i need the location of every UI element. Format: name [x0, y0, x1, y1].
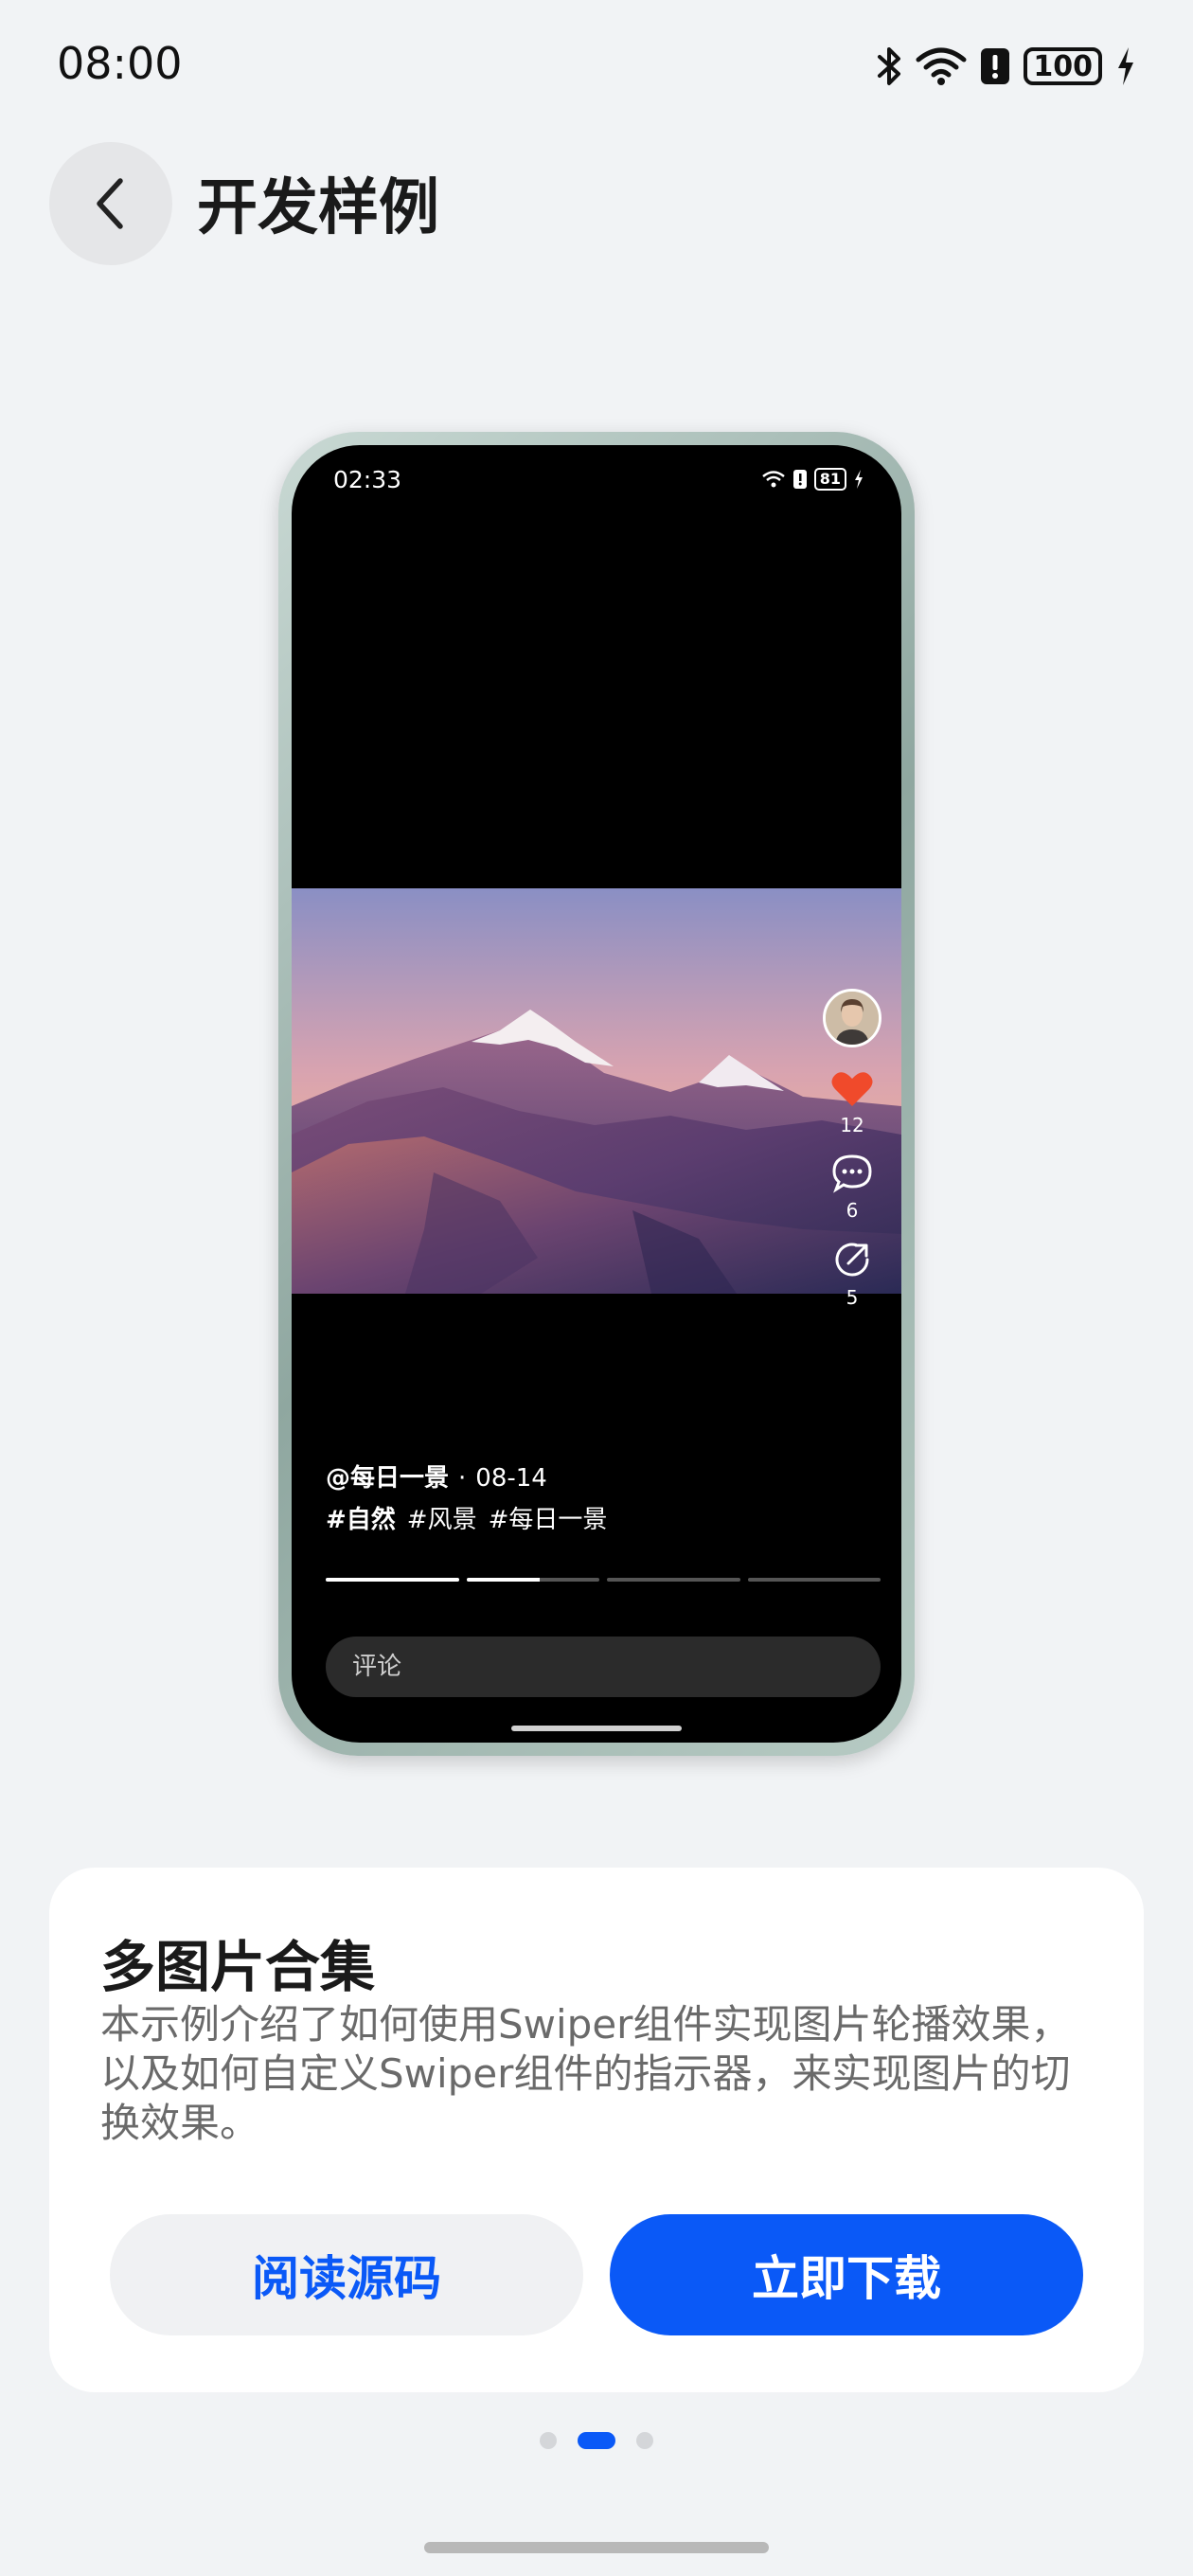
post-separator: · [458, 1464, 467, 1493]
status-icons: 100 [876, 42, 1136, 91]
sample-description: 本示例介绍了如何使用Swiper组件实现图片轮播效果，以及如何自定义Swiper… [100, 2001, 1071, 2146]
status-time: 08:00 [57, 38, 183, 89]
battery-icon: 100 [1024, 47, 1102, 85]
mountain-photo[interactable] [292, 888, 901, 1294]
mountain-landscape-image [292, 888, 901, 1294]
comment-count: 6 [846, 1199, 859, 1222]
heart-icon[interactable] [830, 1070, 874, 1108]
avatar[interactable] [823, 989, 881, 1047]
phone-screen: 02:33 81 12 6 5 @每日一景 · 08-14 #自然 #风景 #每… [292, 445, 901, 1743]
alert-icon [792, 470, 807, 489]
page-dot[interactable] [540, 2432, 557, 2449]
system-status-bar: 08:00 100 [0, 0, 1193, 133]
post-tags: #自然 #风景 #每日一景 [326, 1500, 607, 1535]
tag[interactable]: #自然 [326, 1500, 396, 1535]
page-title: 开发样例 [197, 173, 439, 243]
tag[interactable]: #每日一景 [489, 1500, 608, 1535]
preview-status-icons: 81 [761, 468, 864, 491]
progress-segment [466, 1578, 599, 1582]
page-dot[interactable] [636, 2432, 653, 2449]
swiper-progress-indicator [326, 1578, 881, 1582]
progress-segment [747, 1578, 881, 1582]
phone-preview: 02:33 81 12 6 5 @每日一景 · 08-14 #自然 #风景 #每… [278, 432, 915, 1756]
download-button[interactable]: 立即下载 [610, 2214, 1083, 2335]
home-indicator[interactable] [424, 2542, 769, 2553]
preview-home-indicator [511, 1726, 682, 1731]
chevron-left-icon [97, 178, 123, 229]
alert-icon [981, 48, 1010, 84]
progress-segment [326, 1578, 459, 1582]
wifi-icon [916, 47, 967, 85]
progress-segment [607, 1578, 740, 1582]
post-date: 08-14 [475, 1464, 547, 1493]
tag[interactable]: #风景 [407, 1500, 477, 1535]
back-button[interactable] [49, 142, 172, 265]
preview-status-bar: 02:33 81 [292, 466, 901, 500]
sample-title: 多图片合集 [100, 1935, 376, 1999]
wifi-icon [761, 471, 785, 488]
charging-icon [1118, 47, 1133, 85]
comment-input[interactable]: 评论 [326, 1637, 881, 1697]
post-meta: @每日一景 · 08-14 [326, 1458, 547, 1494]
read-source-button[interactable]: 阅读源码 [110, 2214, 583, 2335]
bluetooth-icon [878, 47, 901, 85]
user-portrait-image [826, 992, 879, 1045]
charging-icon [855, 470, 863, 489]
comment-icon[interactable] [831, 1154, 873, 1193]
share-count: 5 [846, 1286, 859, 1309]
like-count: 12 [840, 1114, 864, 1136]
page-indicator [0, 2432, 1193, 2449]
page-dot[interactable] [578, 2432, 615, 2449]
post-author[interactable]: @每日一景 [326, 1464, 449, 1493]
battery-icon: 81 [813, 468, 846, 491]
side-actions: 12 6 5 [816, 989, 888, 1309]
share-icon[interactable] [831, 1239, 873, 1280]
preview-status-time: 02:33 [333, 466, 402, 493]
sample-info-card: 多图片合集 本示例介绍了如何使用Swiper组件实现图片轮播效果，以及如何自定义… [49, 1868, 1144, 2392]
